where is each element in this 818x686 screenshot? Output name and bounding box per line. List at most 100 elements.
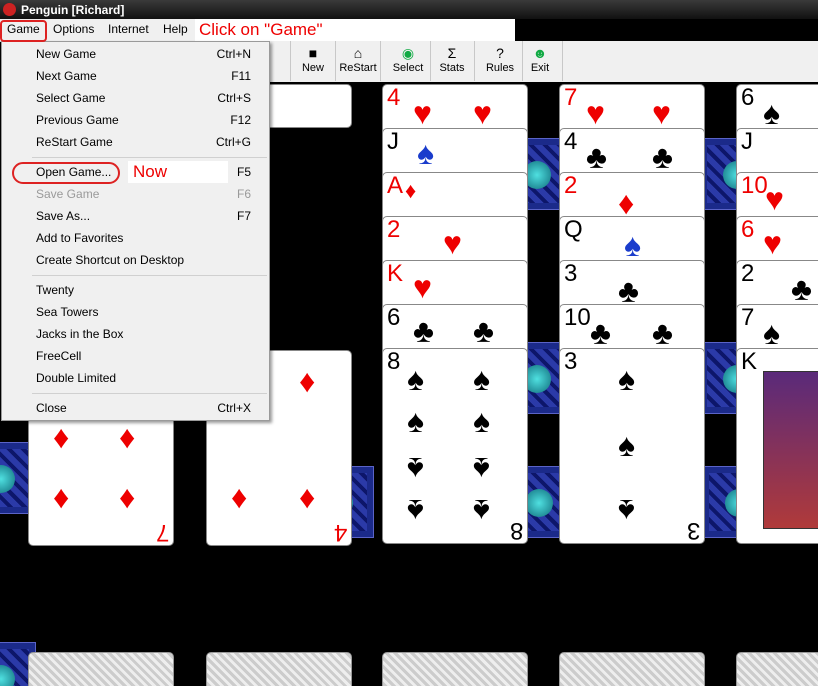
card-rank-value: 4 [387, 84, 401, 111]
shortcut: Ctrl+S [217, 91, 251, 105]
menu-item-previous-game[interactable]: Previous Game [36, 113, 119, 127]
heart-pip: ♥ [473, 95, 492, 131]
card-rank: 6 [387, 304, 401, 331]
menu-item-next-game[interactable]: Next Game [36, 69, 97, 83]
diamond-pip: ♦ [299, 363, 316, 399]
shortcut: F5 [236, 165, 251, 179]
club-pip: ♣ [618, 273, 639, 309]
restart-button[interactable]: ⌂ ReStart [336, 41, 381, 81]
title-bar: Penguin [Richard] [0, 0, 818, 19]
menu-help[interactable]: Help [163, 22, 188, 36]
card-back[interactable] [736, 652, 818, 686]
card-rank: K [387, 260, 404, 287]
spade-pip: ♠ [618, 361, 635, 397]
exit-label: Exit [530, 62, 550, 74]
diamond-pip: ♦ [405, 178, 417, 203]
card-rank: 7 [155, 519, 169, 546]
game-menu-dropdown: New Game Ctrl+N Next Game F11 Select Game C… [1, 41, 270, 421]
menu-item-double-limited[interactable]: Double Limited [36, 371, 116, 385]
menu-item-add-to-favorites[interactable]: Add to Favorites [36, 231, 123, 245]
card-rank: 4 [333, 519, 347, 546]
window-title: Penguin [Richard] [21, 3, 125, 17]
spade-pip: ♠ [763, 315, 780, 351]
menu-item-save-game: Save Game [36, 187, 100, 201]
menu-item-restart-game[interactable]: ReStart Game [36, 135, 113, 149]
club-pip: ♣ [590, 315, 611, 351]
menu-item-freecell[interactable]: FreeCell [36, 349, 81, 363]
exit-icon: ☻ [532, 45, 548, 61]
penguin-app-icon [3, 3, 16, 16]
menu-item-create-shortcut[interactable]: Create Shortcut on Desktop [36, 253, 184, 267]
club-pip: ♣ [413, 313, 434, 349]
card-rank: A [387, 172, 404, 199]
card-rank: 8 [387, 348, 401, 375]
card-rank: 3 [686, 517, 700, 544]
stats-label: Stats [439, 62, 465, 74]
spade-pip: ♠ [407, 361, 424, 397]
new-label: New [301, 62, 324, 74]
card-column4[interactable]: 3 ♠ ♠ ♠ 3 [559, 348, 705, 544]
new-button[interactable]: ■ New [290, 41, 336, 81]
spade-pip: ♠ [473, 361, 490, 397]
card-rank: 3 [564, 260, 578, 287]
menu-item-close[interactable]: Close [36, 401, 67, 415]
spade-pip: ♠ [473, 493, 490, 529]
shortcut: F7 [236, 209, 251, 223]
menu-item-new-game[interactable]: New Game [36, 47, 96, 61]
club-pip: ♣ [791, 271, 812, 307]
game-menu-highlight [0, 20, 47, 42]
club-pip: ♣ [652, 315, 673, 351]
exit-button[interactable]: ☻ Exit [518, 41, 563, 81]
menu-separator [32, 275, 267, 276]
now-annotation: Now [128, 161, 228, 183]
spade-pip: ♠ [407, 493, 424, 529]
open-game-highlight [12, 162, 120, 184]
menu-item-twenty[interactable]: Twenty [36, 283, 74, 297]
menu-item-save-as[interactable]: Save As... [36, 209, 90, 223]
menu-internet[interactable]: Internet [108, 22, 149, 36]
instruction-text: Click on "Game" [199, 20, 323, 39]
spade-pip: ♠ [473, 403, 490, 439]
heart-pip: ♥ [652, 95, 671, 131]
card-rank: 2 [564, 172, 578, 199]
select-button[interactable]: ◉ Select [386, 41, 431, 81]
stats-button[interactable]: Σ Stats [430, 41, 475, 81]
toolbar: ■ New ⌂ ReStart ◉ Select Σ Stats ? Rules… [270, 41, 818, 83]
card-rank: 3 [564, 348, 578, 375]
menu-separator [32, 157, 267, 158]
rules-button[interactable]: ? Rules [478, 41, 523, 81]
heart-pip: ♥ [765, 181, 784, 217]
now-text: Now [133, 162, 168, 181]
card-column5[interactable]: K ♣ [736, 348, 818, 544]
card-rank: 2 [741, 260, 755, 287]
restart-icon: ⌂ [353, 45, 363, 61]
club-pip: ♣ [586, 139, 607, 175]
diamond-pip: ♦ [53, 479, 70, 515]
menu-item-sea-towers[interactable]: Sea Towers [36, 305, 98, 319]
card-back[interactable] [559, 652, 705, 686]
spade-pip: ♠ [763, 95, 780, 131]
card-back[interactable] [382, 652, 528, 686]
card-rank: Q [564, 216, 583, 243]
diamond-pip: ♦ [119, 419, 136, 455]
heart-pip: ♥ [763, 225, 782, 261]
card-rank: K [741, 348, 758, 375]
menu-item-select-game[interactable]: Select Game [36, 91, 105, 105]
select-label: Select [392, 62, 424, 74]
card-rank: 6 [741, 216, 755, 243]
spade-pip: ♠ [618, 493, 635, 529]
diamond-pip: ♦ [119, 479, 136, 515]
spade-pip: ♠ [618, 427, 635, 463]
restart-label: ReStart [339, 62, 377, 74]
menu-options[interactable]: Options [53, 22, 94, 36]
spade-pip: ♠ [473, 451, 490, 487]
menu-item-jacks-in-the-box[interactable]: Jacks in the Box [36, 327, 123, 341]
card-rank: 10 [741, 172, 768, 199]
card-back[interactable] [206, 652, 352, 686]
card-rank: 2 [387, 216, 401, 243]
heart-pip: ♥ [413, 95, 432, 131]
king-portrait [763, 371, 818, 529]
spade-pip: ♠ [624, 227, 641, 263]
card-back[interactable] [28, 652, 174, 686]
card-column3[interactable]: 8 ♠ ♠ ♠ ♠ ♠ ♠ ♠ ♠ 8 [382, 348, 528, 544]
